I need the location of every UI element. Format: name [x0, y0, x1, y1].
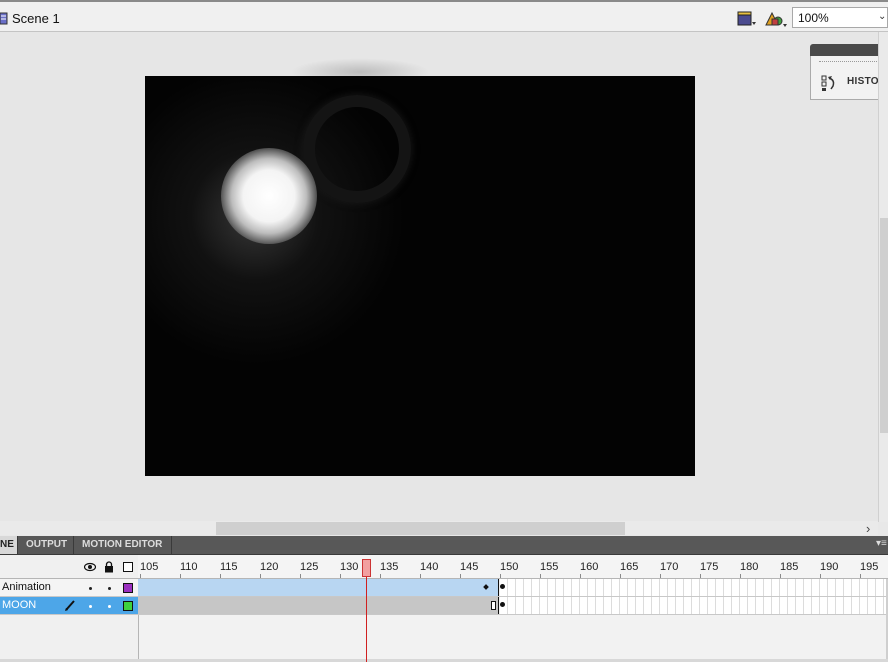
frames-empty-area[interactable] — [138, 615, 888, 659]
lock-icon[interactable] — [104, 561, 114, 573]
zoom-select[interactable]: 100% ⌄ — [792, 7, 888, 28]
ruler-tick — [180, 574, 181, 578]
ruler-tick — [620, 574, 621, 578]
layer-list-empty-area[interactable] — [0, 615, 138, 659]
ruler-label: 140 — [420, 561, 439, 573]
ruler-tick — [420, 574, 421, 578]
ruler-tick — [380, 574, 381, 578]
ruler-tick — [340, 574, 341, 578]
ruler-tick — [780, 574, 781, 578]
visibility-dot[interactable] — [89, 605, 92, 608]
eye-icon[interactable] — [84, 562, 96, 572]
tab-timeline[interactable]: NE — [0, 536, 18, 554]
ruler-tick — [820, 574, 821, 578]
visibility-dot[interactable] — [89, 587, 92, 590]
layer-name: Animation — [2, 581, 51, 593]
ruler-tick — [260, 574, 261, 578]
ruler-label: 110 — [180, 561, 198, 573]
layer-row-animation[interactable]: Animation — [0, 579, 138, 597]
layer-name: MOON — [2, 599, 37, 611]
stage[interactable] — [145, 76, 695, 476]
layer-color-swatch[interactable] — [123, 583, 133, 593]
ruler-tick — [660, 574, 661, 578]
vertical-scroll-thumb[interactable] — [880, 218, 888, 433]
history-icon — [821, 75, 835, 91]
lock-dot[interactable] — [108, 587, 111, 590]
scene-name[interactable]: Scene 1 — [12, 11, 60, 26]
empty-frames[interactable] — [500, 579, 888, 596]
ruler-label: 125 — [300, 561, 319, 573]
ruler-tick — [740, 574, 741, 578]
ruler-label: 195 — [860, 561, 879, 573]
ruler-label: 185 — [780, 561, 799, 573]
panel-grip[interactable] — [819, 61, 879, 64]
outline-icon[interactable] — [123, 562, 133, 572]
keyframe[interactable] — [500, 584, 505, 589]
edit-bar: Scene 1 100% ⌄ — [0, 0, 888, 32]
ruler-label: 105 — [140, 561, 159, 573]
ruler-label: 170 — [660, 561, 679, 573]
empty-frames[interactable] — [500, 597, 888, 614]
ruler-label: 135 — [380, 561, 399, 573]
dark-ring-shape[interactable] — [303, 95, 411, 203]
horizontal-scroll-thumb[interactable] — [216, 522, 625, 535]
tween-span[interactable] — [138, 579, 499, 596]
pencil-icon[interactable] — [64, 599, 76, 612]
ruler-tick — [580, 574, 581, 578]
ruler-label: 120 — [260, 561, 279, 573]
horizontal-scrollbar[interactable]: › — [0, 521, 878, 536]
ruler-tick — [460, 574, 461, 578]
layer-row-moon[interactable]: MOON — [0, 597, 138, 615]
layer-header — [0, 555, 138, 579]
keyframe[interactable] — [500, 602, 505, 607]
ruler-label: 175 — [700, 561, 719, 573]
ruler-label: 150 — [500, 561, 519, 573]
layer-color-swatch[interactable] — [123, 601, 133, 611]
timeline-panel: 105 110 115 120 125 130 135 140 145 150 155 160 165 1… — [0, 555, 888, 662]
ruler-label: 145 — [460, 561, 479, 573]
ruler-tick — [300, 574, 301, 578]
frame-ruler[interactable]: 105 110 115 120 125 130 135 140 145 150 155 160 165 1… — [138, 555, 888, 579]
ruler-tick — [140, 574, 141, 578]
ruler-tick — [220, 574, 221, 578]
ruler-label: 165 — [620, 561, 639, 573]
playhead[interactable] — [362, 559, 371, 577]
chevron-right-icon[interactable]: › — [866, 521, 870, 536]
frames-row-moon[interactable] — [138, 597, 888, 615]
zoom-value: 100% — [798, 11, 829, 25]
playhead-line — [366, 577, 367, 662]
history-panel-header[interactable] — [810, 44, 888, 56]
ruler-tick — [700, 574, 701, 578]
ruler-label: 190 — [820, 561, 839, 573]
ruler-label: 160 — [580, 561, 599, 573]
frames-row-animation[interactable] — [138, 579, 888, 597]
vertical-scrollbar[interactable] — [878, 32, 888, 522]
scene-icon — [0, 12, 8, 25]
tab-output[interactable]: OUTPUT — [22, 536, 74, 554]
end-frame[interactable] — [491, 601, 496, 610]
ruler-tick — [500, 574, 501, 578]
chevron-down-icon: ⌄ — [878, 11, 887, 22]
clapperboard-icon[interactable] — [737, 10, 757, 28]
tab-motion-editor[interactable]: MOTION EDITOR — [78, 536, 172, 554]
ruler-label: 115 — [220, 561, 238, 573]
ruler-label: 155 — [540, 561, 559, 573]
ruler-tick — [540, 574, 541, 578]
lock-dot[interactable] — [108, 605, 111, 608]
ruler-label: 130 — [340, 561, 359, 573]
ruler-label: 180 — [740, 561, 759, 573]
symbols-icon[interactable] — [764, 9, 788, 29]
panel-menu-icon[interactable]: ▾≡ — [876, 538, 887, 549]
history-panel[interactable]: HISTORY — [810, 56, 888, 100]
panel-tab-bar: NE OUTPUT MOTION EDITOR ▾≡ — [0, 536, 888, 555]
ruler-tick — [860, 574, 861, 578]
moon-shape[interactable] — [221, 148, 317, 244]
frame-span[interactable] — [138, 597, 499, 614]
